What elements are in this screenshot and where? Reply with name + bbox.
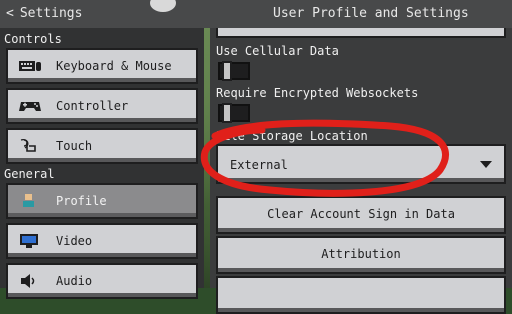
monitor-icon — [20, 234, 38, 248]
sidebar-item-label: Audio — [56, 274, 93, 288]
touch-hand-icon — [20, 139, 36, 152]
sidebar-item-touch[interactable]: Touch — [6, 128, 198, 164]
storage-label: File Storage Location — [216, 129, 368, 143]
back-button[interactable]: < Settings — [6, 6, 82, 21]
chevron-left-icon: < — [6, 6, 14, 21]
sidebar-item-label: Controller — [56, 99, 129, 113]
back-label: Settings — [19, 6, 83, 21]
toggle-knob — [222, 61, 232, 81]
caret-down-icon — [480, 161, 492, 168]
sidebar-item-keyboard-mouse[interactable]: Keyboard & Mouse — [6, 48, 198, 84]
toggle-knob — [222, 103, 232, 123]
sidebar-item-label: Touch — [56, 139, 93, 153]
sidebar-item-controller[interactable]: Controller — [6, 88, 198, 124]
settings-panel: Use Cellular Data Require Encrypted Webs… — [210, 28, 512, 314]
gamepad-icon — [19, 102, 41, 111]
page-title: User Profile and Settings — [273, 6, 469, 21]
clear-sign-in-button[interactable]: Clear Account Sign in Data — [216, 196, 506, 234]
profile-icon — [23, 194, 34, 207]
sidebar-item-audio[interactable]: Audio — [6, 263, 198, 299]
sidebar-item-label: Video — [56, 234, 93, 248]
section-general: General — [4, 167, 55, 181]
websockets-label: Require Encrypted Websockets — [216, 86, 419, 100]
next-button-partial[interactable] — [216, 276, 506, 314]
partial-button-top[interactable] — [216, 28, 506, 38]
cellular-toggle[interactable] — [218, 61, 250, 81]
websockets-toggle[interactable] — [218, 103, 250, 123]
sidebar-item-profile[interactable]: Profile — [6, 183, 198, 219]
speaker-icon — [21, 274, 35, 288]
top-bar: < Settings User Profile and Settings — [0, 0, 512, 28]
sidebar: Controls Keyboard & Mouse Controller Tou… — [0, 28, 204, 299]
sidebar-item-video[interactable]: Video — [6, 223, 198, 259]
storage-value: External — [230, 158, 288, 172]
section-controls: Controls — [4, 32, 62, 46]
keyboard-icon — [19, 61, 41, 71]
storage-dropdown[interactable]: External — [216, 144, 506, 184]
cellular-label: Use Cellular Data — [216, 44, 339, 58]
sidebar-item-label: Keyboard & Mouse — [56, 59, 172, 73]
avatar — [150, 0, 176, 12]
attribution-button[interactable]: Attribution — [216, 236, 506, 274]
sidebar-item-label: Profile — [56, 194, 107, 208]
